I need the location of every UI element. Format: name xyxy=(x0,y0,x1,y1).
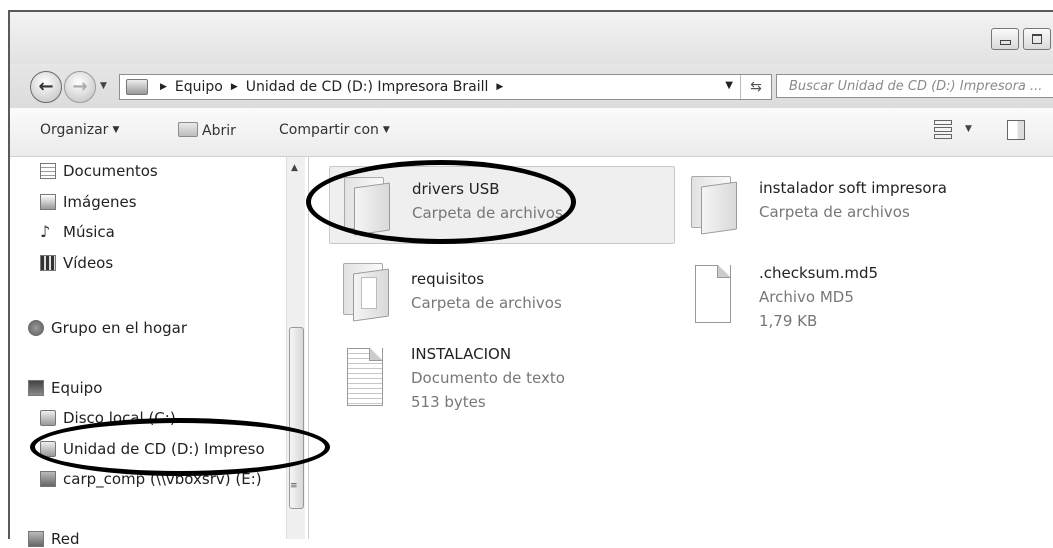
music-icon: ♪ xyxy=(40,222,51,241)
breadcrumb-separator-icon[interactable]: ▶ xyxy=(160,82,167,92)
forward-arrow-icon: → xyxy=(72,76,88,97)
sidebar-item-label: Equipo xyxy=(51,379,103,397)
file-name: instalador soft impresora xyxy=(759,179,947,197)
file-size: 513 bytes xyxy=(411,393,486,411)
sidebar-item-grupo-hogar[interactable]: Grupo en el hogar xyxy=(28,319,187,337)
document-icon xyxy=(40,163,56,179)
title-bar xyxy=(10,12,1053,64)
sidebar-item-label: Red xyxy=(51,530,80,548)
file-name: INSTALACION xyxy=(411,345,512,363)
file-type: Carpeta de archivos xyxy=(412,204,563,222)
navigation-pane: Documentos Imágenes ♪ Música Vídeos Grupo… xyxy=(10,157,309,548)
share-label: Compartir con xyxy=(279,122,379,138)
computer-icon xyxy=(28,380,44,396)
minimize-button[interactable] xyxy=(991,28,1019,50)
sidebar-item-label: Documentos xyxy=(63,162,158,180)
view-options-dropdown[interactable]: ▼ xyxy=(965,124,972,134)
explorer-window: ← → ▼ ▶ Equipo ▶ Unidad de CD (D:) Impre… xyxy=(8,10,1053,548)
homegroup-icon xyxy=(28,320,44,336)
breadcrumb-separator-icon[interactable]: ▶ xyxy=(231,82,238,92)
open-label: Abrir xyxy=(202,123,236,139)
folder-icon xyxy=(340,173,392,236)
video-icon xyxy=(40,255,56,271)
sidebar-item-musica[interactable]: ♪ Música xyxy=(40,223,115,241)
chevron-down-icon: ▼ xyxy=(382,125,390,135)
file-type: Documento de texto xyxy=(411,369,565,387)
network-icon xyxy=(28,531,44,547)
hard-drive-icon xyxy=(40,410,56,426)
list-item[interactable]: drivers USB Carpeta de archivos xyxy=(329,166,675,244)
sidebar-item-label: Disco local (C:) xyxy=(63,409,176,427)
sidebar-item-equipo[interactable]: Equipo xyxy=(28,379,102,397)
sidebar-item-carp-comp[interactable]: carp_comp (\\vboxsrv) (E:) xyxy=(40,470,262,488)
window-controls xyxy=(991,28,1051,50)
list-item[interactable]: instalador soft impresora Carpeta de arch… xyxy=(677,166,997,242)
scroll-up-icon[interactable]: ▲ xyxy=(291,163,298,173)
open-button[interactable]: Abrir xyxy=(178,122,236,139)
breadcrumb-separator-icon[interactable]: ▶ xyxy=(496,82,503,92)
back-button[interactable]: ← xyxy=(30,71,62,103)
organize-button[interactable]: Organizar ▼ xyxy=(40,122,119,138)
file-name: drivers USB xyxy=(412,180,500,198)
address-dropdown-icon[interactable]: ▼ xyxy=(725,80,733,91)
maximize-button[interactable] xyxy=(1023,28,1051,50)
recent-pages-dropdown[interactable]: ▼ xyxy=(100,81,107,91)
image-icon xyxy=(40,194,56,210)
file-name: .checksum.md5 xyxy=(759,264,879,282)
sidebar-item-unidad-cd[interactable]: Unidad de CD (D:) Impreso xyxy=(40,440,265,458)
share-button[interactable]: Compartir con ▼ xyxy=(279,122,390,138)
list-item[interactable]: .checksum.md5 Archivo MD5 1,79 KB xyxy=(677,251,997,341)
sidebar-item-label: Vídeos xyxy=(63,254,114,272)
file-type: Carpeta de archivos xyxy=(759,203,910,221)
list-item[interactable]: INSTALACION Documento de texto 513 bytes xyxy=(329,334,673,424)
change-view-button[interactable] xyxy=(934,120,952,139)
breadcrumb-equipo[interactable]: Equipo xyxy=(175,79,223,95)
file-size: 1,79 KB xyxy=(759,312,818,330)
file-type: Archivo MD5 xyxy=(759,288,854,306)
sidebar-item-label: Imágenes xyxy=(63,193,137,211)
navigation-bar: ← → ▼ ▶ Equipo ▶ Unidad de CD (D:) Impre… xyxy=(10,64,1053,108)
sidebar-item-red[interactable]: Red xyxy=(28,530,80,548)
network-drive-icon xyxy=(40,471,56,487)
folder-icon xyxy=(687,172,739,235)
sidebar-item-disco-local[interactable]: Disco local (C:) xyxy=(40,409,176,427)
file-icon xyxy=(687,263,739,327)
refresh-icon[interactable]: ⇆ xyxy=(740,75,771,99)
organize-label: Organizar xyxy=(40,122,109,138)
preview-pane-button[interactable] xyxy=(1007,120,1025,140)
sidebar-item-label: Grupo en el hogar xyxy=(51,319,187,337)
chevron-down-icon: ▼ xyxy=(112,125,120,135)
sidebar-scrollbar[interactable]: ▲ ≡ xyxy=(286,157,305,539)
cd-drive-icon xyxy=(40,441,56,457)
text-document-icon xyxy=(339,346,391,410)
sidebar-item-label: Música xyxy=(63,223,115,241)
file-name: requisitos xyxy=(411,270,485,288)
open-folder-icon xyxy=(178,122,198,137)
resize-grip-icon[interactable]: ≡ xyxy=(290,481,300,491)
search-input[interactable]: Buscar Unidad de CD (D:) Impresora ... xyxy=(776,74,1053,98)
back-arrow-icon: ← xyxy=(38,76,54,97)
sidebar-item-videos[interactable]: Vídeos xyxy=(40,254,113,272)
sidebar-item-imagenes[interactable]: Imágenes xyxy=(40,193,137,211)
folder-icon xyxy=(339,259,391,322)
breadcrumb-cd-drive[interactable]: Unidad de CD (D:) Impresora Braill xyxy=(246,79,489,95)
address-bar[interactable]: ▶ Equipo ▶ Unidad de CD (D:) Impresora B… xyxy=(119,74,772,100)
file-type: Carpeta de archivos xyxy=(411,294,562,312)
sidebar-item-label: Unidad de CD (D:) Impreso xyxy=(63,440,265,458)
list-item[interactable]: requisitos Carpeta de archivos xyxy=(329,251,673,327)
file-list: drivers USB Carpeta de archivos instalado… xyxy=(309,157,1053,539)
command-bar: Organizar ▼ Abrir Compartir con ▼ ▼ xyxy=(10,108,1053,157)
cd-drive-icon xyxy=(126,79,148,95)
sidebar-item-documentos[interactable]: Documentos xyxy=(40,162,158,180)
sidebar-item-label: carp_comp (\\vboxsrv) (E:) xyxy=(63,470,262,488)
forward-button[interactable]: → xyxy=(64,71,96,103)
